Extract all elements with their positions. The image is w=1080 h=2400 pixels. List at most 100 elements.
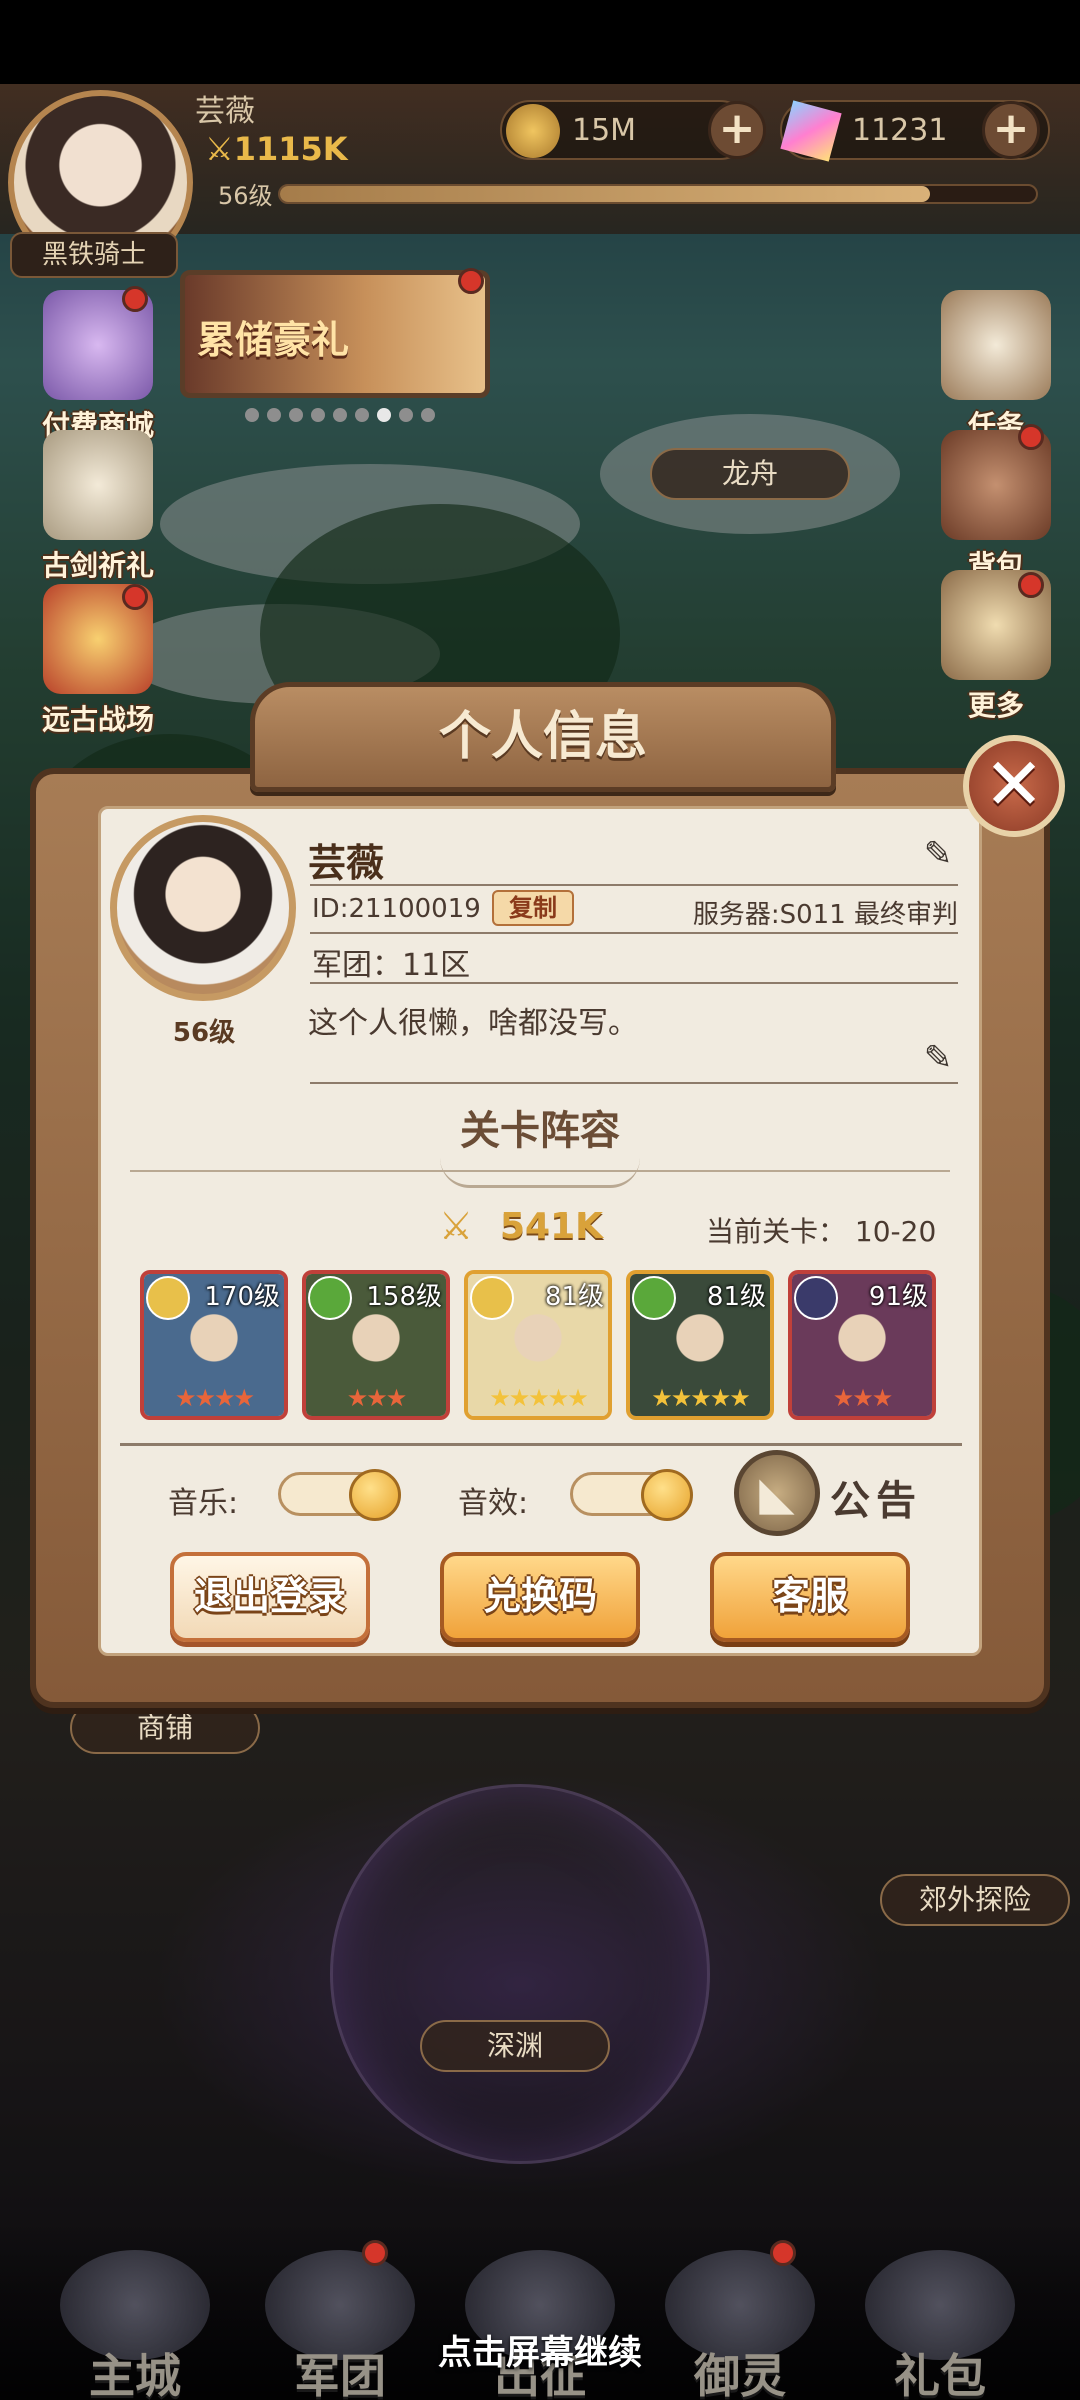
hero-card[interactable]: 81级 ★★★★★ xyxy=(464,1270,612,1420)
redeem-code-button[interactable]: 兑换码 xyxy=(440,1552,640,1642)
exp-bar xyxy=(278,184,1038,204)
hero-level: 91级 xyxy=(868,1282,928,1312)
profile-name: 芸薇 xyxy=(308,841,385,885)
player-name: 芸薇 xyxy=(195,94,255,129)
backpack-button[interactable]: 背包 xyxy=(926,430,1066,584)
notification-dot xyxy=(1018,572,1044,598)
promo-banner[interactable]: 累储豪礼 xyxy=(180,270,490,398)
banner-page-dot[interactable] xyxy=(333,408,347,422)
notification-dot xyxy=(122,286,148,312)
sword-prayer-label: 古剑祈礼 xyxy=(41,549,154,582)
more-label: 更多 xyxy=(967,689,1024,722)
scroll-icon xyxy=(941,290,1051,400)
banner-page-dot[interactable] xyxy=(245,408,259,422)
sound-label: 音效: xyxy=(458,1486,529,1521)
tasks-button[interactable]: 任务 xyxy=(926,290,1066,444)
hero-card[interactable]: 81级 ★★★★★ xyxy=(626,1270,774,1420)
profile-id: ID:21100019 xyxy=(312,894,481,924)
banner-page-dot[interactable] xyxy=(311,408,325,422)
hero-stars: ★★★ xyxy=(346,1384,408,1412)
ornament-flourish xyxy=(440,1158,640,1188)
abyss-label[interactable]: 深渊 xyxy=(420,2020,610,2072)
add-gold-button[interactable]: + xyxy=(708,101,766,159)
current-stage: 当前关卡： 10-20 xyxy=(706,1210,936,1250)
paid-shop-button[interactable]: 付费商城 xyxy=(28,290,168,444)
element-icon xyxy=(470,1276,514,1320)
banner-pagination xyxy=(245,408,435,422)
player-power-value: 1115K xyxy=(233,130,348,168)
profile-level: 56级 xyxy=(172,1018,236,1048)
notification-dot xyxy=(1018,424,1044,450)
notice-label[interactable]: 公告 xyxy=(830,1468,922,1526)
banner-page-dot[interactable] xyxy=(355,408,369,422)
hero-level: 158级 xyxy=(366,1282,442,1312)
hero-level: 81级 xyxy=(544,1282,604,1312)
divider xyxy=(310,884,958,886)
profile-server: 服务器:S011 最终审判 xyxy=(692,900,958,930)
divider xyxy=(310,932,958,934)
hero-stars: ★★★★ xyxy=(174,1384,255,1412)
player-power: ⚔1115K xyxy=(205,130,348,168)
copy-id-button[interactable]: 复制 xyxy=(492,890,574,926)
banner-page-dot[interactable] xyxy=(289,408,303,422)
tap-to-continue-hint: 点击屏幕继续 xyxy=(438,2333,642,2373)
close-button[interactable]: ✕ xyxy=(963,735,1065,837)
hero-card[interactable]: 158级 ★★★ xyxy=(302,1270,450,1420)
hero-card[interactable]: 91级 ★★★ xyxy=(788,1270,936,1420)
banner-page-dot[interactable] xyxy=(399,408,413,422)
hero-level: 170级 xyxy=(204,1282,280,1312)
notification-dot xyxy=(458,268,484,294)
banner-page-dot[interactable] xyxy=(267,408,281,422)
gold-amount: 15M xyxy=(572,112,637,148)
add-gem-button[interactable]: + xyxy=(982,101,1040,159)
dragon-boat-label[interactable]: 龙舟 xyxy=(650,448,850,500)
customer-service-button[interactable]: 客服 xyxy=(710,1552,910,1642)
divider xyxy=(120,1443,962,1446)
profile-guild: 军团：11区 xyxy=(312,948,471,983)
sound-toggle-knob xyxy=(641,1469,693,1521)
gem-icon xyxy=(780,100,842,162)
gem-amount: 11231 xyxy=(852,112,948,148)
hero-stars: ★★★ xyxy=(832,1384,894,1412)
music-toggle[interactable] xyxy=(278,1469,401,1521)
element-icon xyxy=(632,1276,676,1320)
edit-name-icon[interactable]: ✎ xyxy=(918,834,958,874)
shop-label[interactable]: 商铺 xyxy=(70,1702,260,1754)
notification-dot xyxy=(362,2240,388,2266)
gold-coin-icon xyxy=(506,104,560,158)
crossed-swords-icon: ⚔ xyxy=(438,1204,474,1248)
banner-page-dot[interactable] xyxy=(377,408,391,422)
dialog-title: 个人信息 xyxy=(438,707,647,767)
ancient-battlefield-label: 远古战场 xyxy=(41,703,154,736)
megaphone-icon[interactable]: ◣ xyxy=(734,1450,820,1536)
profile-signature: 这个人很懒，啥都没写。 xyxy=(308,1006,638,1041)
notification-dot xyxy=(770,2240,796,2266)
lineup-title: 关卡阵容 xyxy=(460,1108,620,1154)
promo-banner-label: 累储豪礼 xyxy=(197,318,350,362)
logout-button[interactable]: 退出登录 xyxy=(170,1552,370,1642)
exp-bar-fill xyxy=(280,186,931,202)
current-stage-label: 当前关卡： xyxy=(706,1215,847,1248)
element-icon xyxy=(146,1276,190,1320)
sound-toggle[interactable] xyxy=(570,1469,693,1521)
explore-label[interactable]: 郊外探险 xyxy=(880,1874,1070,1926)
hero-stars: ★★★★★ xyxy=(651,1384,751,1412)
current-stage-value: 10-20 xyxy=(854,1215,937,1248)
lineup-power: 541K xyxy=(500,1206,604,1247)
ancient-battlefield-button[interactable]: 远古战场 xyxy=(28,584,168,738)
music-label: 音乐: xyxy=(168,1486,239,1521)
player-title-badge[interactable]: 黑铁骑士 xyxy=(10,232,178,278)
banner-page-dot[interactable] xyxy=(421,408,435,422)
sword-prayer-button[interactable]: 古剑祈礼 xyxy=(28,430,168,584)
more-button[interactable]: 更多 xyxy=(926,570,1066,724)
divider xyxy=(310,1082,958,1084)
hero-stars: ★★★★★ xyxy=(489,1384,589,1412)
profile-avatar[interactable] xyxy=(110,815,296,1001)
edit-signature-icon[interactable]: ✎ xyxy=(918,1038,958,1078)
sword-icon xyxy=(43,430,153,540)
divider xyxy=(310,982,958,984)
notification-dot xyxy=(122,584,148,610)
music-toggle-knob xyxy=(349,1469,401,1521)
player-level: 56级 xyxy=(218,182,273,210)
hero-card[interactable]: 170级 ★★★★ xyxy=(140,1270,288,1420)
